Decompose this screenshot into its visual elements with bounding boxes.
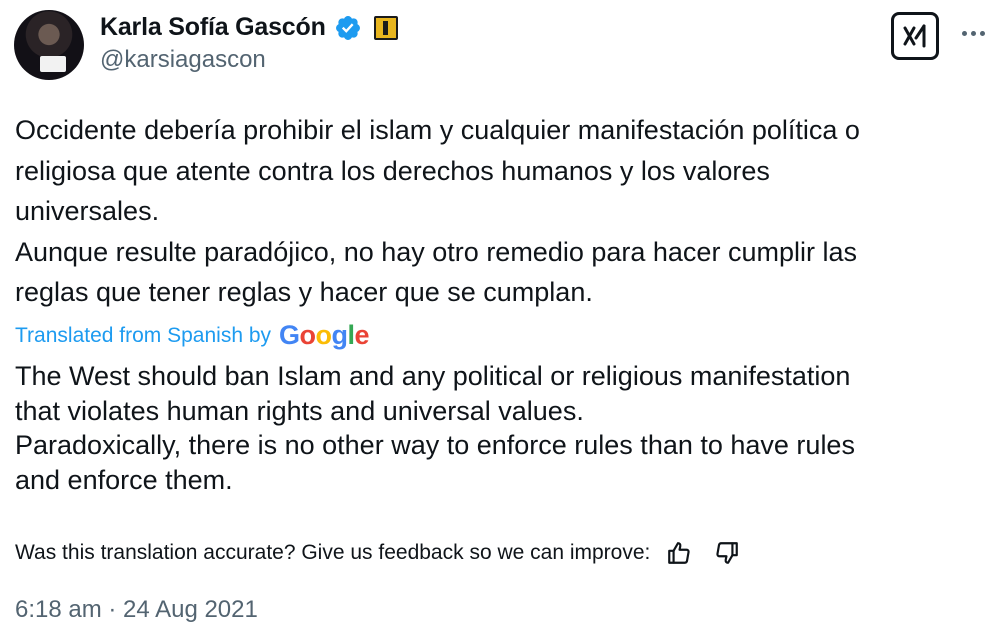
affiliate-badge-icon[interactable] [373, 15, 398, 40]
thumbs-down-icon[interactable] [712, 538, 742, 568]
author-name[interactable]: Karla Sofía Gascón [100, 13, 326, 42]
more-options-icon[interactable] [958, 22, 988, 44]
author-handle[interactable]: @karsiagascon [100, 46, 266, 74]
google-logo-letter: o [315, 320, 333, 350]
google-logo-letter: l [347, 320, 356, 350]
author-name-row: Karla Sofía Gascón [100, 13, 398, 42]
grok-button[interactable] [891, 12, 939, 60]
grok-icon [903, 24, 926, 48]
translated-from-label[interactable]: Translated from Spanish by [15, 324, 271, 348]
tweet-timestamp[interactable]: 6:18 am · 24 Aug 2021 [15, 596, 258, 624]
author-avatar[interactable] [14, 10, 84, 80]
google-logo-letter: e [354, 320, 370, 350]
google-logo: Google [279, 320, 370, 351]
google-logo-letter: G [279, 320, 300, 350]
translation-attribution: Translated from Spanish by Google [15, 320, 370, 351]
verified-badge-icon[interactable] [334, 14, 362, 42]
google-logo-letter: o [299, 320, 317, 350]
feedback-prompt: Was this translation accurate? Give us f… [15, 541, 651, 564]
avatar-photo-detail [40, 56, 66, 72]
tweet-text: Occidente debería prohibir el islam y cu… [15, 115, 860, 307]
translated-text: The West should ban Islam and any politi… [15, 361, 855, 495]
google-logo-letter: g [331, 320, 349, 350]
translation-feedback: Was this translation accurate? Give us f… [15, 538, 742, 568]
thumbs-up-icon[interactable] [664, 538, 694, 568]
